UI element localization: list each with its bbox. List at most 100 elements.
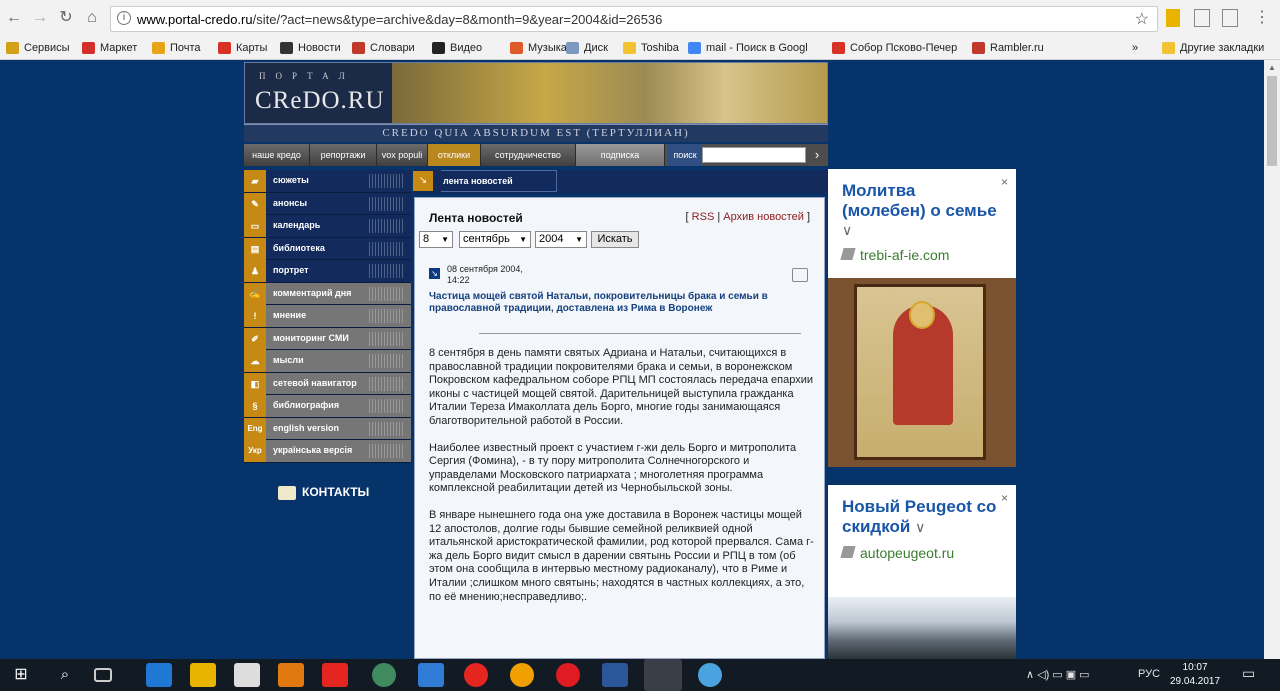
app-icon[interactable] [698,663,722,687]
left-menu-item[interactable]: ✐ мониторинг СМИ [244,327,411,350]
site-search-input[interactable] [702,147,806,163]
left-menu-item[interactable]: ◧ сетевой навигатор [244,372,411,395]
search-button[interactable]: Искать [591,231,639,248]
scroll-thumb[interactable] [1267,76,1277,166]
bookmark-item[interactable]: Видео [432,39,482,57]
store-icon[interactable] [234,663,260,687]
menu-item-label: комментарий дня [273,287,352,298]
start-icon[interactable]: ⊞ [8,663,34,687]
media-icon[interactable] [278,663,304,687]
ad-block[interactable]: × Новый Peugeot со скидкой ∨ autopeugeot… [828,485,1016,659]
bookmark-item[interactable]: Toshiba [623,39,679,57]
bookmark-item[interactable]: Словари [352,39,415,57]
news-headline[interactable]: Частица мощей святой Натальи, покровител… [429,291,799,315]
scroll-up-icon[interactable]: ▲ [1268,63,1276,72]
print-icon[interactable] [792,268,808,282]
search-go-icon[interactable]: › [810,146,824,164]
page-scrollbar[interactable]: ▲ [1264,60,1280,659]
left-menu-item[interactable]: ▤ библиотека [244,237,411,260]
bookmark-item[interactable]: mail - Поиск в Googl [688,39,808,57]
ad-title[interactable]: Молитва (молебен) о семье ∨ [842,181,1002,241]
panel-title: Лента новостей [429,211,523,225]
bookmark-item[interactable]: Диск [566,39,608,57]
rss-link[interactable]: RSS [692,211,715,223]
notifications-icon[interactable]: ▭ [1242,665,1255,682]
archive-link[interactable]: Архив новостей [723,211,804,223]
topnav-item[interactable]: сотрудничество [481,144,576,166]
edge-icon[interactable] [146,663,172,687]
contacts-link[interactable]: КОНТАКТЫ [278,485,369,500]
bookmark-star-icon[interactable]: ☆ [1135,9,1149,29]
bookmark-item[interactable]: Карты [218,39,267,57]
ad-image[interactable] [828,597,1016,659]
mail-icon[interactable] [418,663,444,687]
left-menu-item[interactable]: Eng english version [244,417,411,440]
close-icon[interactable]: × [1001,491,1008,505]
left-menu-item[interactable]: ☁ мысли [244,350,411,373]
topnav-item[interactable]: отклики читателей [428,144,481,182]
language-indicator[interactable]: РУС [1138,668,1160,680]
menu-item-label: календарь [273,220,321,230]
chrome-active-icon[interactable] [644,659,682,691]
reload-icon[interactable]: ↻ [56,8,76,28]
left-menu-item[interactable]: ▭ календарь [244,215,411,238]
site-logo[interactable]: CReDO.RU [255,87,385,115]
clock[interactable]: 10:07 29.04.2017 [1170,661,1220,689]
forward-icon[interactable]: → [30,8,50,28]
domain-icon [840,248,856,260]
topnav-item[interactable]: vox populi [377,144,428,166]
year-select[interactable]: 2004 ▼ [535,231,587,248]
bookmark-item[interactable]: » [1132,39,1138,57]
yandex-browser-icon[interactable] [464,663,488,687]
ad-block[interactable]: × Молитва (молебен) о семье ∨ trebi-af-i… [828,169,1016,467]
day-select[interactable]: 8 ▼ [419,231,453,248]
left-menu-item[interactable]: ! мнение [244,305,411,328]
ad-image[interactable] [828,278,1016,467]
word-icon[interactable] [602,663,628,687]
tray-icons[interactable]: ∧ ◁) ▭ ▣ ▭ [1026,668,1090,681]
menu-item-label: мониторинг СМИ [273,332,349,343]
address-bar[interactable]: i www.portal-credo.ru/site/?act=news&typ… [110,6,1158,32]
left-menu-item[interactable]: § библиография [244,395,411,418]
bookmark-item[interactable]: Собор Псково-Печер [832,39,957,57]
app-icon[interactable] [510,663,534,687]
topnav-item[interactable]: репортажи [310,144,377,166]
left-menu-item[interactable]: ✍ комментарий дня [244,282,411,305]
bookmark-item[interactable]: Почта [152,39,201,57]
topnav-item[interactable]: подписка [576,144,665,166]
opera-icon[interactable] [556,663,580,687]
explorer-icon[interactable] [190,663,216,687]
bookmark-item[interactable]: Другие закладки [1162,39,1264,57]
bookmark-item[interactable]: Маркет [82,39,137,57]
menu-icon[interactable]: ⋮ [1252,8,1272,28]
bookmark-item[interactable]: Музыка [510,39,567,57]
bookmark-item[interactable]: Сервисы [6,39,70,57]
extension-icon[interactable] [1166,9,1180,27]
ad-domain[interactable]: autopeugeot.ru [840,545,954,561]
news-paragraph: В январе нынешнего года она уже доставил… [429,508,814,603]
close-icon[interactable]: × [1001,175,1008,189]
arrow-icon: ↘ [413,171,433,191]
yandex-icon[interactable] [322,663,348,687]
left-menu-item[interactable]: Укр українська версія [244,440,411,463]
home-icon[interactable]: ⌂ [82,8,102,28]
extension-icon[interactable] [1194,9,1210,27]
left-menu-item[interactable]: ♟ портрет [244,260,411,283]
month-select[interactable]: сентябрь ▼ [459,231,531,248]
info-icon[interactable]: i [117,11,131,25]
left-menu-item[interactable]: ▰ сюжеты [244,170,411,193]
app-icon[interactable] [372,663,396,687]
left-menu-item[interactable]: ✎ анонсы [244,192,411,215]
extension-icon[interactable] [1222,9,1238,27]
task-view-icon[interactable] [94,668,112,682]
bookmark-icon [352,42,365,54]
topnav-item[interactable]: наше кредо [244,144,310,166]
bookmark-icon [972,42,985,54]
bookmark-item[interactable]: Новости [280,39,341,57]
ad-domain[interactable]: trebi-af-ie.com [840,247,949,263]
search-icon[interactable]: ⌕ [52,663,78,687]
ad-title[interactable]: Новый Peugeot со скидкой ∨ [842,497,1002,537]
bookmark-item[interactable]: Rambler.ru [972,39,1044,57]
news-arrow-icon: ↘ [429,268,440,279]
back-icon[interactable]: ← [4,8,24,28]
